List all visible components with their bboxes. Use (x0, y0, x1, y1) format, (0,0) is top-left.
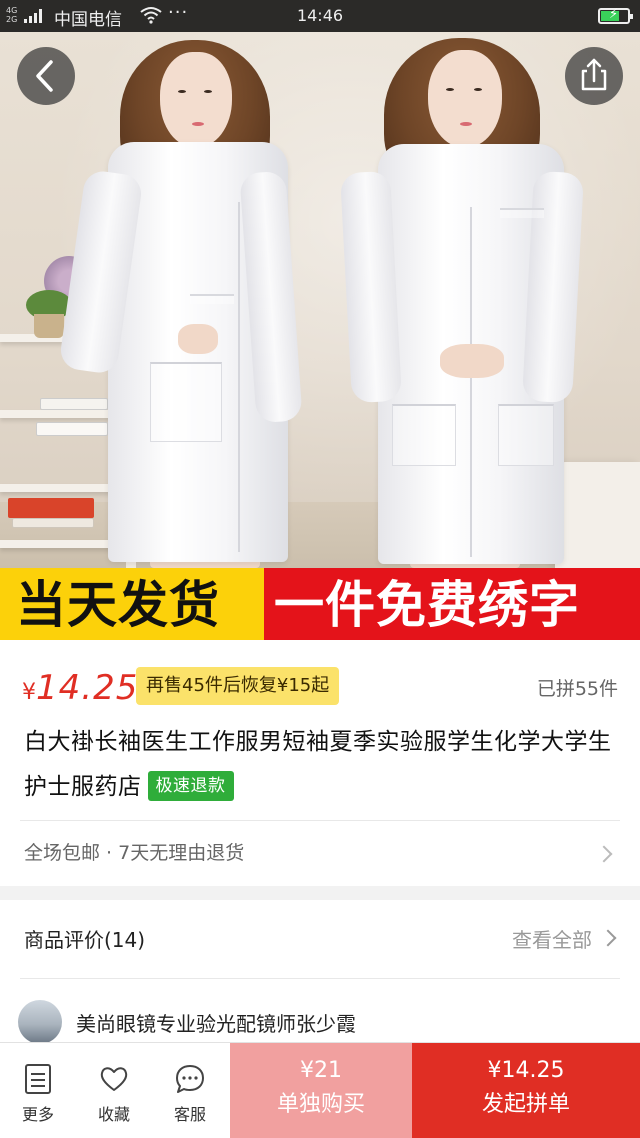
reviews-header[interactable]: 商品评价(14) 查看全部 (0, 900, 640, 978)
heart-icon (100, 1067, 128, 1091)
product-title: 白大褂长袖医生工作服男短袖夏季实验服学生化学大学生护士服药店 极速退款 (24, 720, 624, 810)
favorite-button[interactable]: 收藏 (76, 1043, 152, 1138)
chevron-left-icon (36, 60, 53, 92)
share-button[interactable] (565, 47, 623, 105)
free-embroidery-text: 一件免费绣字 (274, 576, 580, 634)
product-image[interactable] (0, 32, 640, 568)
avatar (18, 1000, 62, 1044)
sold-count: 已拼55件 (536, 678, 618, 700)
fast-refund-tag: 极速退款 (147, 771, 234, 801)
more-label: 更多 (21, 1105, 54, 1124)
customer-service-button[interactable]: 客服 (152, 1043, 228, 1138)
share-icon (581, 58, 607, 91)
restock-note-badge: 再售45件后恢复¥15起 (136, 667, 340, 705)
price-value: 14.25 (36, 668, 139, 708)
promo-banner: 当天发货 一件免费绣字 (0, 568, 640, 640)
single-label: 单独购买 (276, 1092, 365, 1117)
product-detail-page: { "status_bar": { "network": "4G\n2G", "… (0, 0, 640, 1138)
product-info-card: ¥14.25 再售45件后恢复¥15起 已拼55件 白大褂长袖医生工作服男短袖夏… (0, 640, 640, 886)
clock: 14:46 (296, 6, 344, 25)
product-title-text: 白大褂长袖医生工作服男短袖夏季实验服学生化学大学生护士服药店 (24, 729, 612, 800)
single-price: ¥21 (300, 1058, 342, 1083)
group-price: ¥14.25 (487, 1058, 565, 1083)
view-all-reviews-link[interactable]: 查看全部 (512, 924, 592, 953)
chevron-right-icon (595, 845, 613, 863)
chevron-right-icon (599, 929, 617, 947)
service-row[interactable]: 全场包邮 · 7天无理由退货 (0, 821, 640, 886)
reviews-section: 商品评价(14) 查看全部 美尚眼镜专业验光配镜师张少霞 (0, 900, 640, 1050)
bottom-action-bar: 更多 收藏 客服 ¥21 单独购买 ¥14.25 发起拼单 (0, 1042, 640, 1138)
group-label: 发起拼单 (481, 1092, 570, 1117)
chair (555, 462, 640, 568)
more-button[interactable]: 更多 (0, 1043, 76, 1138)
charging-icon: ⚡ (609, 7, 619, 22)
price: ¥14.25 (22, 668, 138, 708)
price-currency: ¥ (22, 680, 36, 705)
book (40, 398, 108, 410)
status-bar: 4G 2G 中国电信 ··· 14:46 ⚡ (0, 0, 640, 32)
service-label: 客服 (173, 1105, 206, 1124)
battery-icon: ⚡ (598, 7, 633, 24)
same-day-shipping-text: 当天发货 (16, 576, 220, 634)
reviewer-name: 美尚眼镜专业验光配镜师张少霞 (76, 1012, 356, 1036)
start-group-buy-button[interactable]: ¥14.25 发起拼单 (412, 1043, 640, 1138)
document-icon (25, 1064, 51, 1094)
reviews-title: 商品评价(14) (24, 928, 146, 952)
favorite-label: 收藏 (97, 1105, 130, 1124)
chat-icon (176, 1065, 204, 1093)
back-button[interactable] (17, 47, 75, 105)
buy-alone-button[interactable]: ¥21 单独购买 (230, 1043, 412, 1138)
promo-banner-left: 当天发货 (0, 568, 264, 640)
service-text: 全场包邮 · 7天无理由退货 (24, 842, 245, 864)
